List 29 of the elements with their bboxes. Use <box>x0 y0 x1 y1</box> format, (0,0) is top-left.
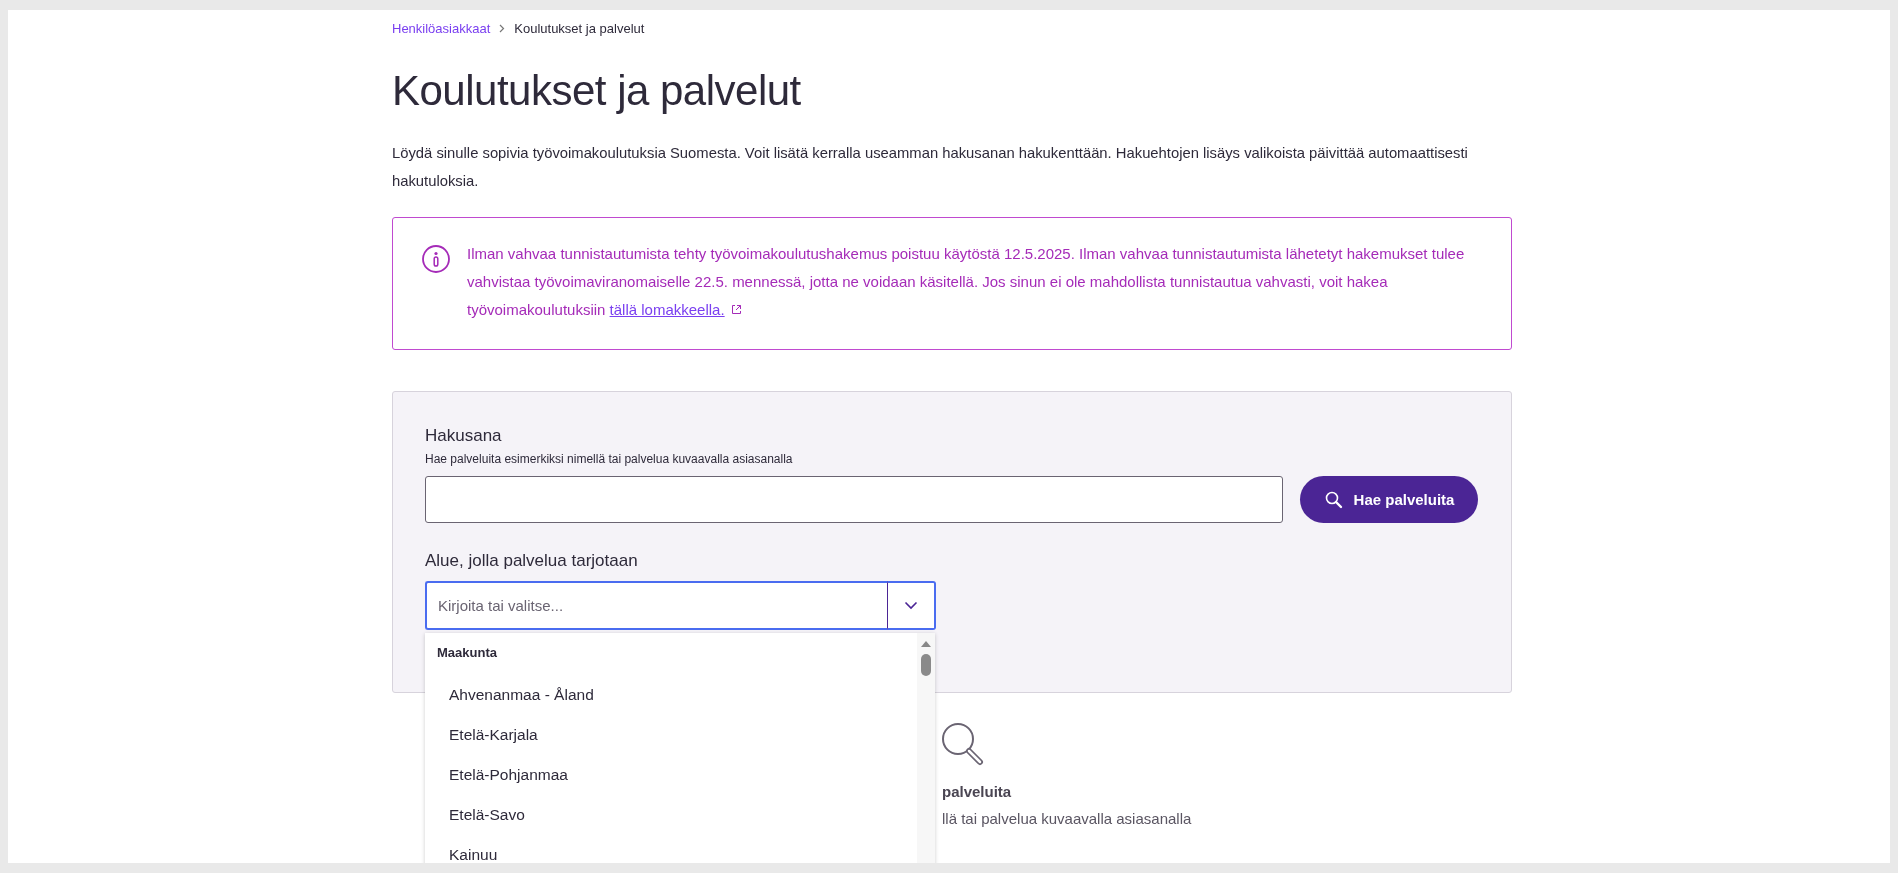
dropdown-option[interactable]: Kainuu <box>425 835 917 863</box>
external-link-icon <box>730 304 742 316</box>
search-button[interactable]: Hae palveluita <box>1300 476 1478 524</box>
scrollbar-track[interactable] <box>917 633 935 863</box>
area-combobox[interactable]: Kirjoita tai valitse... <box>425 581 887 631</box>
scrollbar-thumb[interactable] <box>921 654 931 677</box>
group-heading: Maakunta <box>436 644 498 663</box>
breadcrumb-link[interactable]: Henkilöasiakkaat <box>392 21 491 36</box>
dropdown-option[interactable]: Etelä-Karjala <box>425 715 917 756</box>
breadcrumb-separator-icon <box>499 24 506 33</box>
dropdown-option[interactable]: Etelä-Pohjanmaa <box>425 755 917 796</box>
field-label: Alue, jolla palvelua tarjotaan <box>425 551 639 572</box>
search-icon <box>1323 489 1344 510</box>
form-link[interactable]: tällä lomakkeella. <box>609 301 742 319</box>
dropdown-option[interactable]: Ahvenanmaa - Åland <box>425 675 917 716</box>
field-label: Hakusana <box>425 426 503 447</box>
scroll-up-icon[interactable] <box>920 640 932 649</box>
field-hint: Hae palveluita esimerkiksi nimellä tai palvelua kuvaavalla asiasanalla <box>425 452 794 467</box>
dropdown-toggle-button[interactable] <box>887 581 936 631</box>
empty-state-text: llä tai palvelua kuvaavalla asiasanalla <box>942 810 1193 828</box>
notice-text: Ilman vahvaa tunnistautumista tehty työvoimakoulutushakemus poistuu käytöstä 12.5.2025. Ilman vahvaa tunnistautumista lähetetyt hakemukset tulee vahvistaa työvoimaviranomaiselle 22.5. mennessä, jotta ne voidaan käsitellä. Jos sinun ei ole mahdollista tunnistautua vahvasti, voit hakea työvoimakoulutuksiin tällä lomakkeella. <box>467 244 1466 321</box>
empty-state-title: palveluita <box>942 783 1013 801</box>
search-field[interactable] <box>425 476 1283 524</box>
page-title: Koulutukset ja palvelut <box>392 68 802 115</box>
chevron-down-icon <box>904 601 918 611</box>
dropdown-option[interactable]: Etelä-Savo <box>425 795 917 836</box>
intro-paragraph: Löydä sinulle sopivia työvoimakoulutuksia Suomesta. Voit lisätä kerralla useamman hakusanan hakukenttään. Hakuehtojen lisäys valikoista päivittää automaattisesti hakutuloksia. <box>392 144 1469 192</box>
breadcrumb-current: Koulutukset ja palvelut <box>514 21 645 36</box>
info-icon <box>421 244 451 275</box>
